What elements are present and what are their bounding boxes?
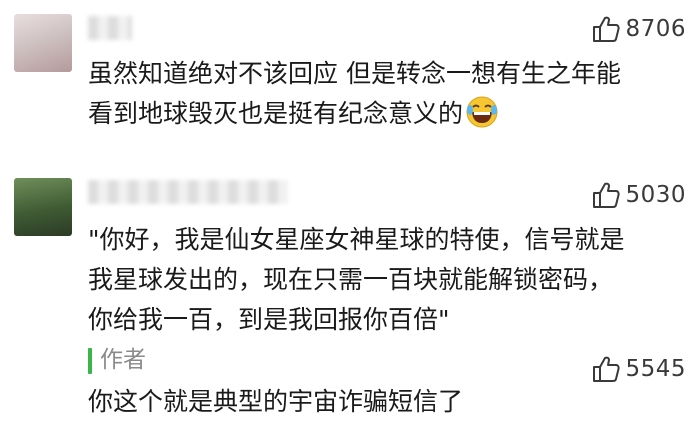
like-button[interactable]: 5030 <box>591 180 686 210</box>
thumbs-up-icon <box>593 356 621 382</box>
author-reply: 作者 5545 你这个就是典型的宇宙诈骗短信了 <box>88 342 686 432</box>
comment-body: 虽然知道绝对不该回应 但是转念一想有生之年能 看到地球毁灭也是挺有纪念意义的 <box>88 59 621 128</box>
thumbs-up-icon <box>593 16 621 42</box>
author-indicator-bar <box>88 348 92 374</box>
username-blurred[interactable] <box>88 16 132 40</box>
laughing-tears-emoji-icon <box>466 96 498 128</box>
comment-text: 虽然知道绝对不该回应 但是转念一想有生之年能 看到地球毁灭也是挺有纪念意义的 <box>88 54 686 134</box>
avatar[interactable] <box>14 14 72 72</box>
comment-text: "你好，我是仙女星座女神星球的特使，信号就是 我星球发出的，现在只需一百块就能解… <box>88 225 625 334</box>
like-count: 8706 <box>625 16 686 42</box>
like-button[interactable]: 8706 <box>591 14 686 44</box>
thumbs-up-icon <box>593 182 621 208</box>
comment-1: 8706 虽然知道绝对不该回应 但是转念一想有生之年能 看到地球毁灭也是挺有纪念… <box>0 0 700 150</box>
avatar[interactable] <box>14 178 72 236</box>
reply-like-button[interactable]: 5545 <box>591 354 686 384</box>
comment-2: 5030 "你好，我是仙女星座女神星球的特使，信号就是 我星球发出的，现在只需一… <box>0 168 700 436</box>
like-count: 5030 <box>625 182 686 208</box>
reply-text: 你这个就是典型的宇宙诈骗短信了 <box>88 387 464 416</box>
reply-author-label: 作者 <box>100 347 146 373</box>
username-blurred[interactable] <box>88 180 288 204</box>
reply-like-count: 5545 <box>625 356 686 382</box>
